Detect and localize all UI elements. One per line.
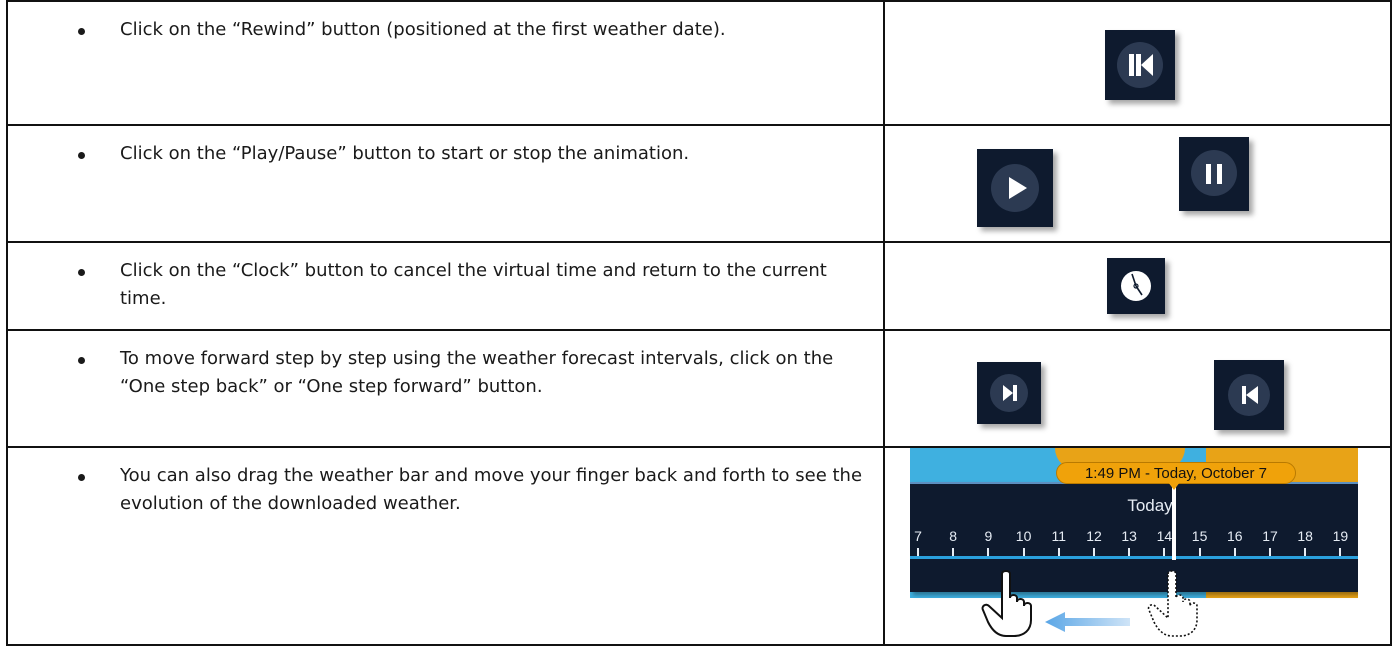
rewind-icon [1129,54,1153,76]
bullet-icon [78,28,85,35]
rewind-button[interactable] [1105,30,1175,100]
instruction-table: Click on the “Rewind” button (positioned… [6,0,1392,646]
instruction-text: To move forward step by step using the w… [120,348,834,397]
image-cell [885,331,1390,446]
bullet-icon [78,152,85,159]
image-cell: Today 7 8 9 10 11 12 13 14 15 16 17 18 19 1:49 PM - … [885,448,1390,644]
weather-bar-image: Today 7 8 9 10 11 12 13 14 15 16 17 18 19 1:49 PM - … [910,448,1358,646]
instruction-cell: To move forward step by step using the w… [8,331,883,446]
clock-button[interactable] [1107,258,1165,314]
pause-icon [1206,164,1222,184]
finger-outline-icon [1147,570,1198,637]
instruction-text: You can also drag the weather bar and mo… [120,465,863,514]
step-forward-icon [1003,385,1017,401]
table-row: Click on the “Clock” button to cancel th… [6,241,1392,329]
instruction-cell: Click on the “Clock” button to cancel th… [8,243,883,329]
table-row: You can also drag the weather bar and mo… [6,446,1392,646]
bullet-icon [78,474,85,481]
image-cell [885,126,1390,241]
step-forward-button[interactable] [977,362,1041,424]
pause-button[interactable] [1179,137,1249,211]
bullet-icon [78,269,85,276]
instruction-cell: Click on the “Play/Pause” button to star… [8,126,883,241]
image-cell [885,243,1390,329]
table-row: To move forward step by step using the w… [6,329,1392,446]
play-button[interactable] [977,149,1053,227]
instruction-text: Click on the “Rewind” button (positioned… [120,19,726,40]
clock-icon [1121,271,1151,301]
play-icon [1009,177,1027,199]
instruction-cell: Click on the “Rewind” button (positioned… [8,2,883,124]
bullet-icon [78,357,85,364]
instruction-text: Click on the “Clock” button to cancel th… [120,260,827,309]
instruction-text: Click on the “Play/Pause” button to star… [120,143,690,164]
step-back-button[interactable] [1214,360,1284,430]
image-cell [885,2,1390,124]
table-row: Click on the “Play/Pause” button to star… [6,124,1392,241]
drag-arrow-icon [1045,612,1130,632]
finger-icon [981,570,1032,637]
step-back-icon [1242,386,1258,404]
instruction-cell: You can also drag the weather bar and mo… [8,448,883,644]
table-row: Click on the “Rewind” button (positioned… [6,0,1392,124]
